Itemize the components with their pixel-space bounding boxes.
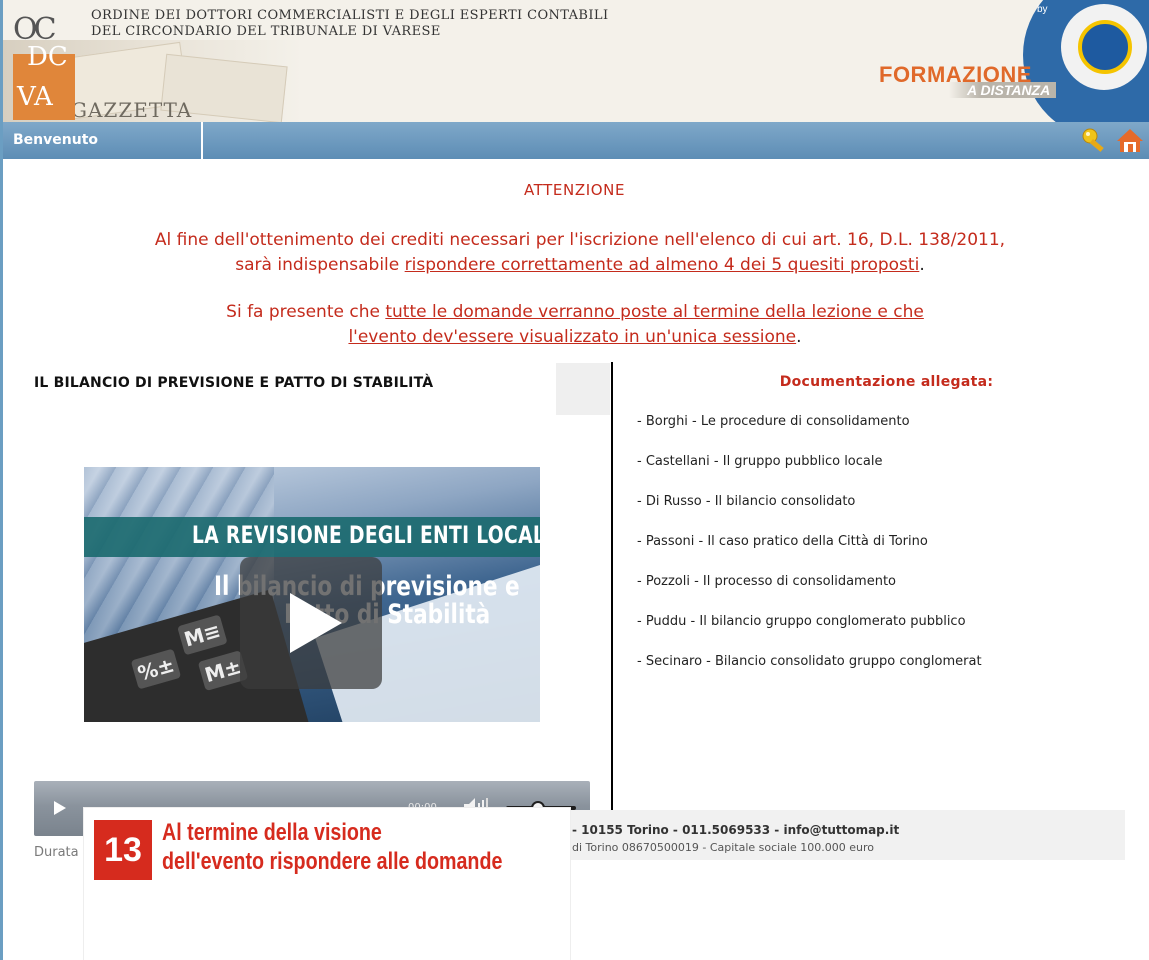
notice-p2-line1: Si fa presente che tutte le domande verr… [60, 300, 1090, 325]
document-link[interactable]: - Pozzoli - Il processo di consolidament… [637, 572, 982, 612]
notice-p2-line2: l'evento dev'essere visualizzato in un'u… [60, 325, 1090, 350]
org-title: ORDINE DEI DOTTORI COMMERCIALISTI E DEGL… [91, 8, 608, 40]
calc-key: %± [130, 648, 182, 690]
notice-paragraph-1: Al fine dell'ottenimento dei crediti nec… [20, 228, 1140, 278]
notice-p2-text: Si fa presente che [226, 302, 386, 322]
documents-title: Documentazione allegata: [779, 374, 994, 390]
video-player-frame[interactable]: M≡ %± M± LA REVISIONE DEGLI ENTI LOCALI … [84, 467, 540, 722]
step-number-badge: 13 [94, 820, 152, 880]
notice-p2-underlined-1: tutte le domande verranno poste al termi… [385, 302, 924, 322]
footer-company-info: di Torino 08670500019 - Capitale sociale… [572, 841, 875, 854]
play-icon [290, 593, 342, 653]
document-link[interactable]: - Castellani - Il gruppo pubblico locale [637, 452, 982, 492]
gazzetta-text: GAZZETTA [71, 98, 193, 122]
document-link[interactable]: - Secinaro - Bilancio consolidato gruppo… [637, 652, 982, 692]
step-line-2: dell'evento rispondere alle domande [162, 848, 503, 875]
page-footer: - 10155 Torino - 011.5069533 - info@tutt… [560, 810, 1125, 860]
notice-p1-text: sarà indispensabile [235, 255, 405, 275]
site-header: GAZZETTA OC DC VA ORDINE DEI DOTTORI COM… [3, 0, 1149, 122]
footer-contacts: - 10155 Torino - 011.5069533 - info@tutt… [572, 823, 900, 837]
notice-p2-period: . [796, 327, 802, 347]
nav-item-label: Benvenuto [13, 132, 98, 148]
column-divider [611, 362, 613, 860]
nav-item-benvenuto[interactable]: Benvenuto [3, 122, 203, 159]
documents-list: - Borghi - Le procedure di consolidament… [637, 412, 982, 692]
org-title-line2: DEL CIRCONDARIO DEL TRIBUNALE DI VARESE [91, 24, 441, 39]
notice-p1-line2: sarà indispensabile rispondere correttam… [20, 253, 1140, 278]
event-title: IL BILANCIO DI PREVISIONE E PATTO DI STA… [34, 375, 434, 391]
org-title-line1: ORDINE DEI DOTTORI COMMERCIALISTI E DEGL… [91, 8, 609, 23]
document-link[interactable]: - Puddu - Il bilancio gruppo conglomerat… [637, 612, 982, 652]
notice-title: ATTENZIONE [523, 181, 626, 199]
nav-bar: Benvenuto [3, 122, 1149, 159]
notice-p1-line1: Al fine dell'ottenimento dei crediti nec… [154, 230, 1006, 250]
step-line-1: Al termine della visione [162, 819, 382, 846]
by-label: by [1037, 4, 1048, 15]
key-icon[interactable] [1081, 127, 1109, 153]
video-banner: LA REVISIONE DEGLI ENTI LOCALI [84, 517, 540, 557]
play-icon[interactable] [54, 801, 66, 815]
title-shade [556, 363, 610, 415]
map-logo-icon [1078, 20, 1132, 74]
notice-paragraph-2: Si fa presente che tutte le domande verr… [60, 300, 1090, 350]
brand-subtitle: A DISTANZA [949, 82, 1057, 98]
document-link[interactable]: - Passoni - Il caso pratico della Città … [637, 532, 982, 572]
document-link[interactable]: - Borghi - Le procedure di consolidament… [637, 412, 982, 452]
video-banner-text: LA REVISIONE DEGLI ENTI LOCALI [192, 521, 540, 549]
home-icon[interactable] [1115, 127, 1145, 153]
step-instruction: Al termine della visione dell'evento ris… [162, 818, 503, 876]
logo-va: VA [17, 82, 53, 112]
odcec-logo: OC DC VA [13, 12, 75, 120]
video-play-button[interactable] [240, 557, 382, 689]
notice-p1-period: . [919, 255, 925, 275]
calc-key: M≡ [177, 614, 228, 656]
notice-p2-underlined-2: l'evento dev'essere visualizzato in un'u… [348, 327, 797, 347]
notice-p1-underlined: rispondere correttamente ad almeno 4 dei… [404, 255, 920, 275]
logo-dc: DC [27, 42, 68, 72]
document-link[interactable]: - Di Russo - Il bilancio consolidato [637, 492, 982, 532]
